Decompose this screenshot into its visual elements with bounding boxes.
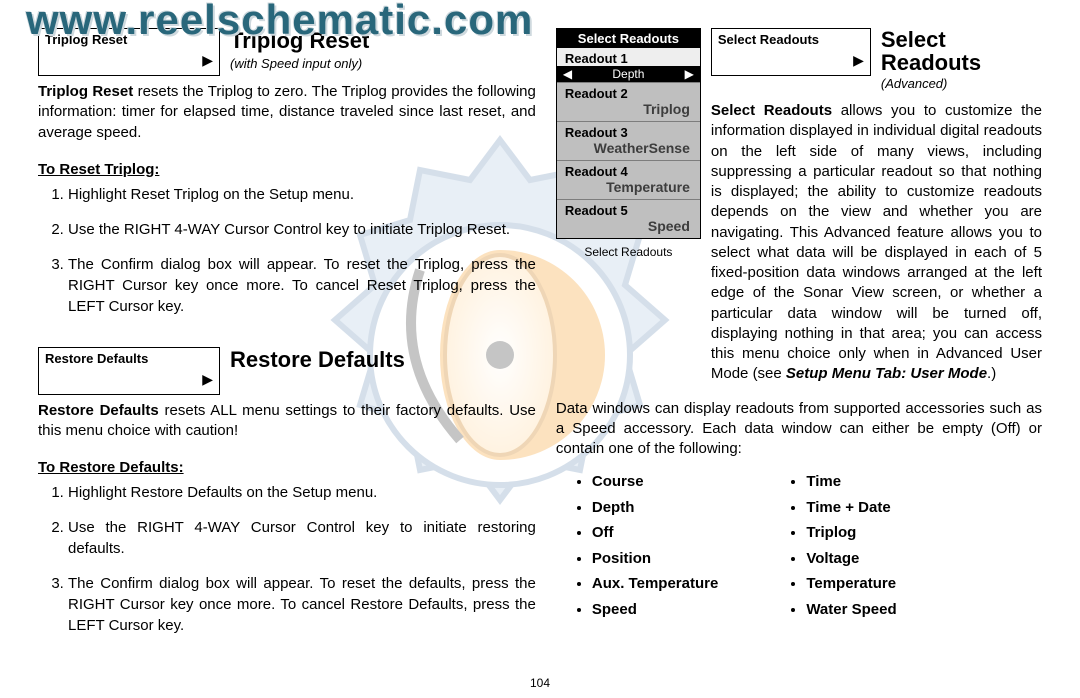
- readouts-panel: Select Readouts Readout 1 ◀ Depth ▶: [556, 28, 701, 239]
- title-line: Readouts: [881, 50, 981, 75]
- left-arrow-icon: ◀: [563, 67, 572, 81]
- triplog-steps: Highlight Reset Triplog on the Setup men…: [38, 184, 536, 317]
- page-number: 104: [0, 676, 1080, 690]
- right-column: Select Readouts Readout 1 ◀ Depth ▶: [556, 28, 1042, 650]
- triplog-step: Use the RIGHT 4-WAY Cursor Control key t…: [68, 219, 536, 240]
- readouts-panel-wrap: Select Readouts Readout 1 ◀ Depth ▶: [556, 28, 701, 259]
- left-column: Triplog Reset ▶ Triplog Reset (with Spee…: [38, 28, 536, 650]
- readout-value: Depth: [612, 67, 644, 81]
- restore-description: Restore Defaults resets ALL menu setting…: [38, 401, 536, 442]
- manual-page: www.reelschematic.com Triplog Reset ▶ Tr…: [0, 0, 1080, 698]
- triplog-desc-lead: Triplog Reset: [38, 83, 133, 100]
- dw-option: Water Speed: [806, 597, 896, 623]
- readout-value: Temperature: [557, 179, 700, 199]
- menu-box-title: Restore Defaults: [39, 348, 219, 366]
- datawindow-intro: Data windows can display readouts from s…: [556, 399, 1042, 460]
- right-arrow-icon: ▶: [685, 67, 694, 81]
- datawindow-options-right: Time Time + Date Triplog Voltage Tempera…: [788, 469, 896, 622]
- readouts-panel-caption: Select Readouts: [556, 245, 701, 259]
- readout-label: Readout 2: [557, 83, 700, 101]
- readout-row: Readout 2 Triplog: [557, 82, 700, 121]
- dw-option: Speed: [592, 597, 718, 623]
- select-desc-ref: Setup Menu Tab: User Mode: [786, 365, 987, 382]
- menu-box-select-readouts: Select Readouts ▶: [711, 28, 871, 76]
- restore-desc-lead: Restore Defaults: [38, 402, 159, 419]
- menu-box-triplog-reset: Triplog Reset ▶: [38, 28, 220, 76]
- select-readouts-heading-block: Select Readouts ▶ Select Readouts (Advan…: [711, 28, 1042, 395]
- datawindow-options-left: Course Depth Off Position Aux. Temperatu…: [574, 469, 718, 622]
- readout-value: Triplog: [557, 101, 700, 121]
- dw-option: Off: [592, 520, 718, 546]
- readout-row: Readout 5 Speed: [557, 199, 700, 238]
- select-readouts-title: Select Readouts: [881, 28, 981, 74]
- restore-title: Restore Defaults: [230, 347, 536, 373]
- restore-instr-head: To Restore Defaults:: [38, 459, 536, 476]
- readout-value: WeatherSense: [557, 140, 700, 160]
- triplog-instr-head: To Reset Triplog:: [38, 161, 536, 178]
- readout-row: Readout 1 ◀ Depth ▶: [557, 48, 700, 82]
- triplog-step: Highlight Reset Triplog on the Setup men…: [68, 184, 536, 205]
- menu-box-title: Triplog Reset: [39, 29, 219, 47]
- dw-option: Aux. Temperature: [592, 571, 718, 597]
- right-arrow-icon: ▶: [202, 52, 213, 69]
- right-arrow-icon: ▶: [202, 371, 213, 388]
- readout-label: Readout 3: [557, 122, 700, 140]
- restore-step: The Confirm dialog box will appear. To r…: [68, 573, 536, 636]
- triplog-section-head: Triplog Reset ▶ Triplog Reset (with Spee…: [38, 28, 536, 76]
- right-arrow-icon: ▶: [853, 52, 864, 69]
- dw-option: Position: [592, 546, 718, 572]
- triplog-description: Triplog Reset resets the Triplog to zero…: [38, 82, 536, 143]
- menu-box-restore-defaults: Restore Defaults ▶: [38, 347, 220, 395]
- dw-option: Depth: [592, 495, 718, 521]
- readout-value: Speed: [557, 218, 700, 238]
- readout-label: Readout 1: [557, 48, 700, 66]
- readout-row: Readout 4 Temperature: [557, 160, 700, 199]
- dw-option: Temperature: [806, 571, 896, 597]
- restore-steps: Highlight Restore Defaults on the Setup …: [38, 482, 536, 636]
- readout-row: Readout 3 WeatherSense: [557, 121, 700, 160]
- select-readouts-description: Select Readouts allows you to customize …: [711, 101, 1042, 385]
- menu-box-title: Select Readouts: [712, 29, 870, 47]
- select-desc-rest: allows you to customize the information …: [711, 102, 1042, 382]
- restore-step: Highlight Restore Defaults on the Setup …: [68, 482, 536, 503]
- select-desc-lead: Select Readouts: [711, 102, 832, 119]
- readout-label: Readout 4: [557, 161, 700, 179]
- restore-step: Use the RIGHT 4-WAY Cursor Control key t…: [68, 517, 536, 559]
- dw-option: Time: [806, 469, 896, 495]
- readouts-panel-header: Select Readouts: [557, 29, 700, 48]
- select-desc-tail: .): [987, 365, 996, 382]
- datawindow-options: Course Depth Off Position Aux. Temperatu…: [574, 469, 1042, 622]
- triplog-step: The Confirm dialog box will appear. To r…: [68, 254, 536, 317]
- dw-option: Course: [592, 469, 718, 495]
- dw-option: Triplog: [806, 520, 896, 546]
- readout-label: Readout 5: [557, 200, 700, 218]
- dw-option: Voltage: [806, 546, 896, 572]
- triplog-title: Triplog Reset: [230, 28, 536, 54]
- dw-option: Time + Date: [806, 495, 896, 521]
- triplog-subtitle: (with Speed input only): [230, 56, 536, 71]
- restore-section-head: Restore Defaults ▶ Restore Defaults: [38, 347, 536, 395]
- select-readouts-subtitle: (Advanced): [881, 76, 981, 91]
- select-readouts-head-row: Select Readouts Readout 1 ◀ Depth ▶: [556, 28, 1042, 395]
- title-line: Select: [881, 27, 946, 52]
